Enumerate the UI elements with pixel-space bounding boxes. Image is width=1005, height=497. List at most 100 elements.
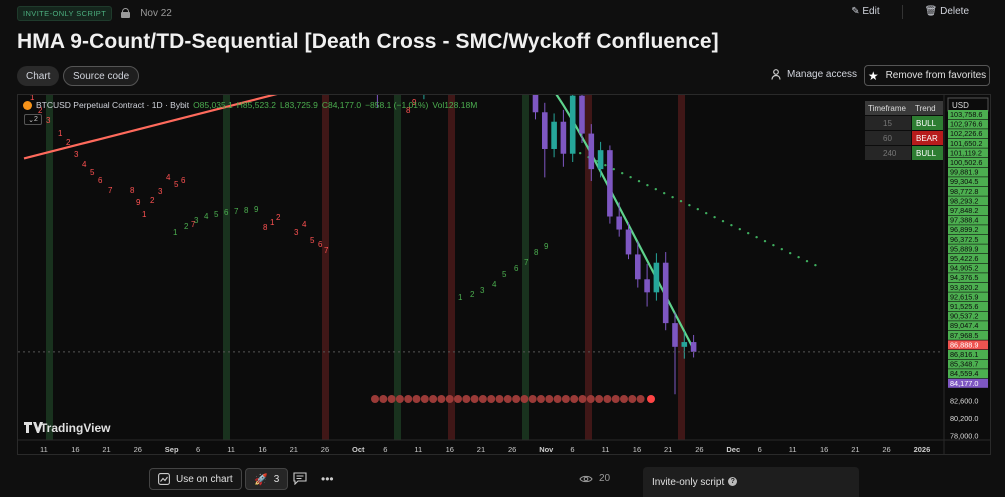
edit-button[interactable]: ✎ Edit (851, 6, 879, 18)
eye-icon (579, 475, 593, 482)
hma-projection-dot (663, 191, 666, 195)
hma-projection-dot (646, 183, 649, 187)
candle-body (551, 121, 557, 149)
time-axis-label: 21 (851, 445, 859, 454)
signal-dot (437, 395, 446, 403)
hma-projection-dot (688, 203, 691, 207)
price-axis-label: 102,976.6 (950, 120, 982, 129)
signal-dot (545, 395, 554, 403)
trend-table-trend: BULL (916, 149, 937, 158)
hma-projection-dot (755, 235, 758, 239)
td-count-buy: 9 (544, 242, 549, 251)
candle-body (597, 150, 604, 170)
indicator-toggle[interactable]: ⌄ 2 (24, 114, 42, 125)
price-axis-label: 99,881.9 (950, 168, 978, 177)
signal-dot (611, 395, 620, 403)
comments-button[interactable] (293, 472, 307, 490)
chart-canvas[interactable]: 1231234567 8912345 67 812345 6789123 4 5 6 7 8 91 2… (18, 95, 991, 455)
price-axis-label: 87,968.5 (950, 331, 978, 340)
candle-body (644, 279, 650, 293)
time-axis-label: 6 (758, 445, 762, 454)
signal-dot (561, 395, 570, 403)
price-axis-label: 93,820.2 (950, 283, 978, 292)
price-axis-label: 92,615.9 (950, 292, 978, 301)
edit-label: Edit (862, 6, 880, 17)
signal-dot (487, 395, 496, 403)
hma-projection-dot (612, 167, 615, 171)
price-axis-label: 98,293.2 (950, 196, 978, 205)
trend-table-timeframe: 60 (883, 134, 892, 143)
use-on-chart-label: Use on chart (176, 473, 233, 485)
chart-legend: BTCUSD Perpetual Contract · 1D · Bybit O… (23, 100, 477, 110)
time-axis-label: 11 (414, 445, 422, 454)
time-axis-label: 26 (882, 445, 890, 454)
candle-body (532, 95, 539, 113)
tradingview-watermark: TradingView (40, 421, 111, 435)
hma-projection-dot (713, 215, 716, 219)
signal-dot-current (647, 395, 655, 403)
hma-projection-dot (738, 227, 741, 231)
low-value: L83,725.9 (280, 100, 318, 110)
price-axis-label: 99,304.5 (950, 177, 978, 186)
candle-body (635, 254, 641, 280)
user-icon (771, 69, 781, 80)
delete-button[interactable]: 🗑 Delete (925, 6, 969, 18)
td-count-sell: 7 (108, 186, 113, 195)
td-count-sell: 2 (276, 213, 281, 222)
price-axis-label: 102,226.6 (950, 129, 982, 138)
signal-dot (445, 395, 454, 403)
td-count-buy: 1 (173, 228, 178, 237)
price-chart[interactable]: 1231234567891234567812345678912345678912… (17, 94, 991, 455)
signal-dot (412, 395, 421, 403)
high-value: H85,523.2 (236, 100, 276, 110)
trend-table-trend: BEAR (916, 134, 938, 143)
price-axis-label: 100,502.6 (950, 158, 982, 167)
rocket-icon: 🚀 (254, 473, 268, 486)
help-icon[interactable]: ? (728, 477, 738, 486)
time-axis-label: 26 (321, 445, 329, 454)
trend-table-trend: BULL (916, 119, 937, 128)
tab-source-code[interactable]: Source code (63, 66, 140, 86)
time-axis-label: 26 (508, 445, 516, 454)
time-axis-label: 21 (290, 445, 298, 454)
td-count-buy: 9 (254, 205, 259, 214)
hma-projection-dot (579, 151, 582, 155)
signal-dot (570, 395, 579, 403)
candle-body (560, 121, 567, 154)
remove-from-favorites-button[interactable]: ★ Remove from favorites (864, 65, 990, 86)
price-axis-label: 84,559.4 (950, 369, 978, 378)
lock-icon (121, 8, 131, 18)
time-axis-label: 6 (196, 445, 200, 454)
boost-button[interactable]: 🚀 3 (245, 468, 289, 490)
bitcoin-icon (23, 100, 32, 110)
td-count-sell: 8 (263, 223, 268, 232)
candle-body (653, 262, 660, 293)
td-count-sell: 6 (98, 176, 103, 185)
price-axis-label: 95,889.9 (950, 244, 978, 253)
candle-body (588, 133, 595, 170)
hma-projection-dot (763, 239, 767, 243)
td-count-buy: 3 (480, 286, 485, 295)
price-axis-label: 89,047.4 (950, 321, 978, 330)
price-axis-label: 84,177.0 (950, 379, 978, 388)
use-on-chart-button[interactable]: Use on chart (149, 468, 242, 490)
candle-body (672, 323, 678, 347)
candle-body (607, 150, 613, 217)
manage-access-button[interactable]: Manage access (771, 69, 857, 80)
td-count-buy: 3 (194, 216, 199, 225)
signal-dot (636, 395, 645, 403)
more-options-icon[interactable]: ••• (321, 472, 334, 486)
views-label: 20 (599, 473, 611, 484)
td-count-sell: 5 (90, 168, 95, 177)
tab-chart[interactable]: Chart (17, 66, 60, 86)
time-axis-label: Nov (539, 445, 554, 454)
hma-projection-dot (780, 247, 783, 251)
trend-table-timeframe: 240 (883, 149, 897, 158)
candle-body (616, 216, 622, 230)
divider (901, 5, 903, 19)
price-axis-label: 86,816.1 (950, 350, 978, 359)
td-count-buy: 5 (214, 210, 219, 219)
signal-dot (379, 395, 388, 403)
signal-dot (371, 395, 379, 403)
trend-table-header-trend: Trend (915, 104, 936, 113)
